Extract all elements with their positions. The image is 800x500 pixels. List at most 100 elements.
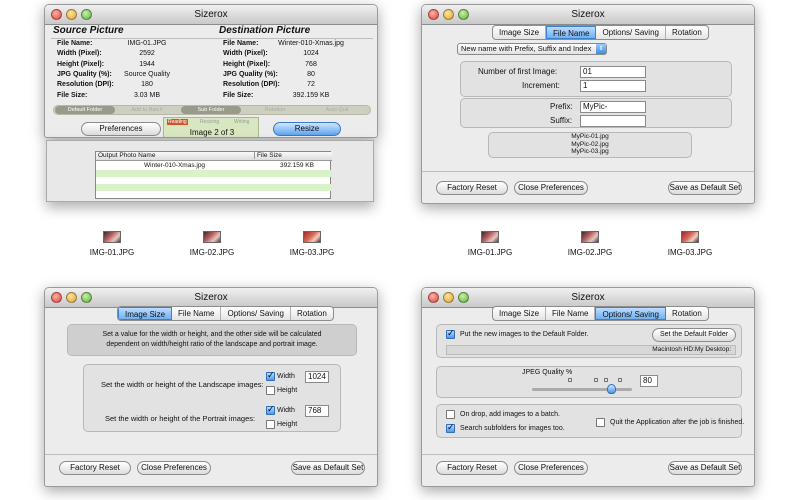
tab-rotation[interactable]: Rotation <box>291 307 333 320</box>
tab-options-saving[interactable]: Options/ Saving <box>596 26 666 39</box>
tab-rotation[interactable]: Rotation <box>666 26 708 39</box>
suffix-input[interactable] <box>580 115 646 127</box>
minimize-window-icon[interactable] <box>66 292 77 303</box>
factory-reset-button[interactable]: Factory Reset <box>59 461 131 475</box>
zoom-window-icon[interactable] <box>458 292 469 303</box>
factory-reset-button[interactable]: Factory Reset <box>436 181 508 195</box>
close-preferences-button[interactable]: Close Preferences <box>514 461 588 475</box>
naming-select[interactable]: New name with Prefix, Suffix and Index ⇕ <box>457 43 607 55</box>
tab-rotation[interactable]: Rotation <box>666 307 708 320</box>
dest-value: 768 <box>305 60 317 68</box>
zoom-window-icon[interactable] <box>458 9 469 20</box>
thumbnail-label[interactable]: IMG-02.JPG <box>560 248 620 257</box>
preview-item: MyPic-03.jpg <box>571 148 609 155</box>
on-drop-checkbox[interactable] <box>446 410 455 419</box>
close-preferences-button[interactable]: Close Preferences <box>137 461 211 475</box>
source-value: Source Quality <box>124 70 170 78</box>
close-window-icon[interactable] <box>51 292 62 303</box>
tab-image-size[interactable]: Image Size <box>493 307 547 320</box>
workflow-step[interactable]: Auto Quit <box>307 106 367 114</box>
close-window-icon[interactable] <box>428 292 439 303</box>
thumbnail-label[interactable]: IMG-01.JPG <box>460 248 520 257</box>
close-window-icon[interactable] <box>428 9 439 20</box>
output-list[interactable]: Output Photo Name File Size Winter-010-X… <box>95 151 332 199</box>
image-thumbnail-icon[interactable] <box>681 231 699 243</box>
prefix-input[interactable]: MyPic- <box>580 101 646 113</box>
resize-button[interactable]: Resize <box>273 122 341 136</box>
dest-label: File Name: <box>223 40 259 47</box>
dest-value: 392.159 KB <box>292 91 330 99</box>
close-preferences-button[interactable]: Close Preferences <box>514 181 588 195</box>
default-folder-checkbox[interactable] <box>446 328 455 339</box>
image-thumbnail-icon[interactable] <box>203 231 221 243</box>
workflow-step[interactable]: Rotation <box>245 106 305 114</box>
tab-image-size[interactable]: Image Size <box>118 307 173 320</box>
set-default-folder-button[interactable]: Set the Default Folder <box>652 328 736 342</box>
thumbnail-label[interactable]: IMG-03.JPG <box>660 248 720 257</box>
preview-item: MyPic-02.jpg <box>571 140 609 148</box>
source-label: Height (Pixel): <box>57 60 105 68</box>
workflow-step[interactable]: Add to Batch <box>117 106 177 114</box>
tab-file-name[interactable]: File Name <box>172 307 222 320</box>
preview-item: MyPic-01.jpg <box>571 133 609 140</box>
quit-after-job-checkbox[interactable] <box>596 418 605 427</box>
thumbnail-label[interactable]: IMG-03.JPG <box>282 248 342 257</box>
tab-options-saving[interactable]: Options/ Saving <box>221 307 291 320</box>
slider-thumb-icon[interactable] <box>607 384 616 394</box>
landscape-height-checkbox[interactable] <box>266 386 275 395</box>
main-window: Sizerox Source Picture Destination Pictu… <box>44 4 378 138</box>
preview-list: MyPic-01.jpg MyPic-02.jpg MyPic-03.jpg <box>488 133 692 156</box>
search-subfolders-checkbox[interactable] <box>446 422 455 433</box>
image-thumbnail-icon[interactable] <box>481 231 499 243</box>
tab-file-name[interactable]: File Name <box>546 26 597 39</box>
dest-label: Width (Pixel): <box>223 50 268 58</box>
image-thumbnail-icon[interactable] <box>581 231 599 243</box>
tick-mark <box>618 378 622 382</box>
factory-reset-button[interactable]: Factory Reset <box>436 461 508 475</box>
output-col-name[interactable]: Output Photo Name <box>98 152 155 159</box>
zoom-window-icon[interactable] <box>81 9 92 20</box>
preferences-button[interactable]: Preferences <box>81 122 161 136</box>
increment-input[interactable]: 1 <box>580 80 646 92</box>
output-col-size[interactable]: File Size <box>254 152 282 159</box>
landscape-width-label: Width <box>277 373 295 380</box>
thumbnail-label[interactable]: IMG-01.JPG <box>82 248 142 257</box>
jpeg-quality-slider[interactable] <box>532 384 632 394</box>
landscape-label: Set the width or height of the Landscape… <box>101 380 264 389</box>
source-label: Width (Pixel): <box>57 50 102 58</box>
workflow-step[interactable]: Default Folder <box>55 106 115 114</box>
image-thumbnail-icon[interactable] <box>103 231 121 243</box>
save-default-button[interactable]: Save as Default Set <box>668 461 742 475</box>
thumbnail-label[interactable]: IMG-02.JPG <box>182 248 242 257</box>
jpeg-quality-input[interactable]: 80 <box>640 375 658 387</box>
zoom-window-icon[interactable] <box>81 292 92 303</box>
save-default-button[interactable]: Save as Default Set <box>668 181 742 195</box>
jpeg-quality-label: JPEG Quality % <box>522 369 573 376</box>
window-title: Sizerox <box>194 292 228 303</box>
landscape-value-input[interactable]: 1024 <box>305 371 329 383</box>
tick-mark <box>568 378 572 382</box>
save-default-button[interactable]: Save as Default Set <box>291 461 365 475</box>
window-title: Sizerox <box>571 292 605 303</box>
portrait-value-input[interactable]: 768 <box>305 405 329 417</box>
prefs-tabs: Image Size File Name Options/ Saving Rot… <box>492 25 709 40</box>
minimize-window-icon[interactable] <box>443 292 454 303</box>
landscape-width-checkbox[interactable] <box>266 370 275 381</box>
increment-label: Increment: <box>522 81 560 90</box>
prefs-titlebar: Sizerox <box>422 288 754 308</box>
tab-image-size[interactable]: Image Size <box>493 26 547 39</box>
minimize-window-icon[interactable] <box>443 9 454 20</box>
first-image-input[interactable]: 01 <box>580 66 646 78</box>
tab-file-name[interactable]: File Name <box>546 307 596 320</box>
default-folder-label: Put the new images to the Default Folder… <box>460 331 589 338</box>
workflow-step[interactable]: Sub Folder <box>181 106 241 114</box>
portrait-height-checkbox[interactable] <box>266 420 275 429</box>
portrait-width-checkbox[interactable] <box>266 404 275 415</box>
prefs-titlebar: Sizerox <box>45 288 377 308</box>
tab-options-saving[interactable]: Options/ Saving <box>595 307 666 320</box>
minimize-window-icon[interactable] <box>66 9 77 20</box>
close-window-icon[interactable] <box>51 9 62 20</box>
folder-path-field: Macintosh HD:My Desktop: <box>446 345 736 355</box>
image-thumbnail-icon[interactable] <box>303 231 321 243</box>
tick-mark <box>594 378 598 382</box>
